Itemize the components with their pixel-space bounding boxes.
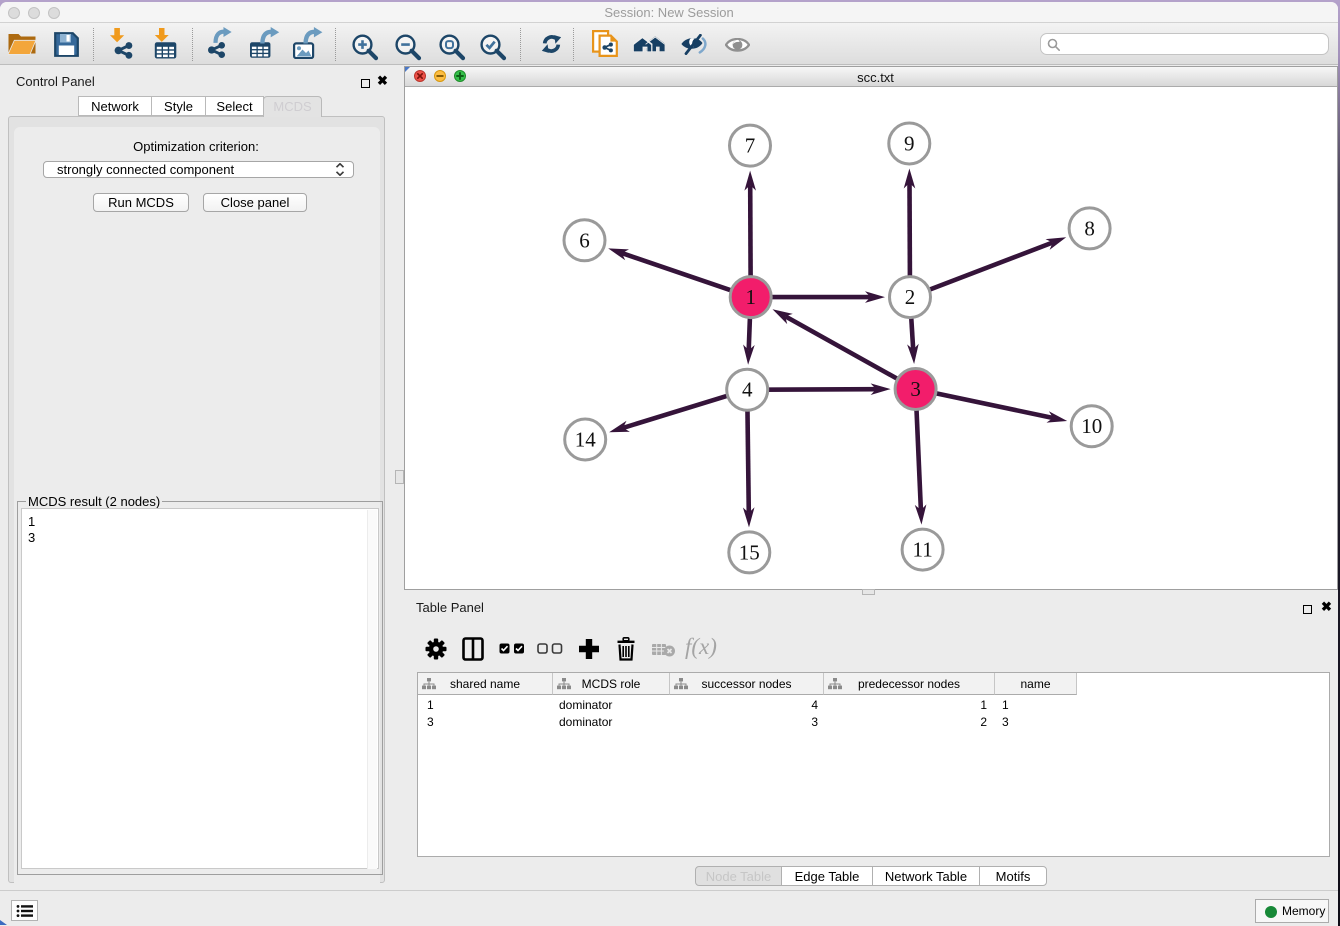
svg-text:11: 11 <box>912 538 932 562</box>
svg-text:15: 15 <box>739 540 760 564</box>
svg-text:9: 9 <box>904 132 915 156</box>
svg-text:7: 7 <box>745 134 756 158</box>
svg-text:10: 10 <box>1081 414 1102 438</box>
svg-text:2: 2 <box>905 285 916 309</box>
svg-text:6: 6 <box>579 228 590 252</box>
svg-text:1: 1 <box>745 285 756 309</box>
svg-text:8: 8 <box>1084 216 1095 240</box>
svg-text:4: 4 <box>742 378 753 402</box>
svg-text:3: 3 <box>910 377 921 401</box>
svg-text:14: 14 <box>575 428 597 452</box>
